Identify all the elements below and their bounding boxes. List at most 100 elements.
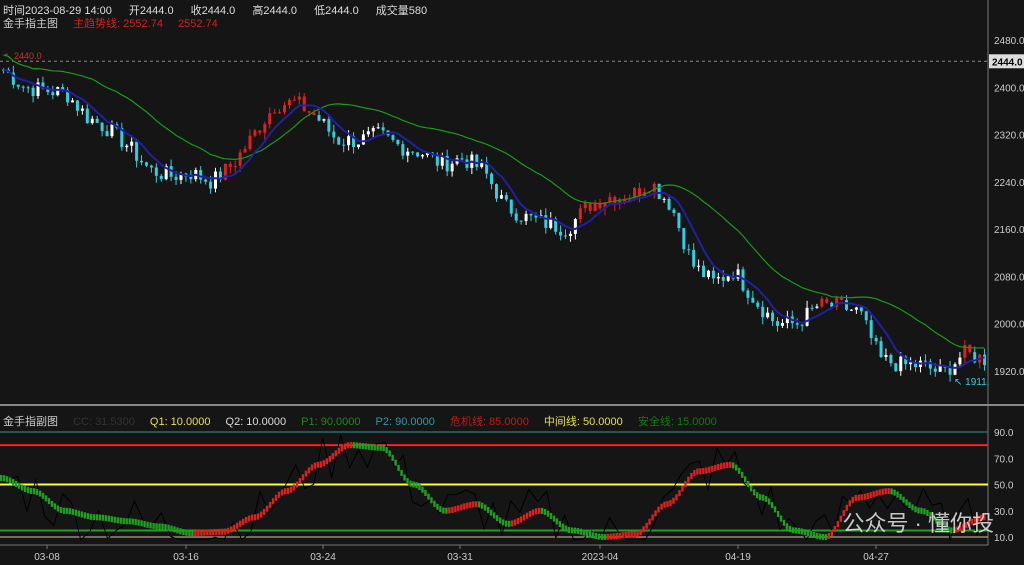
osc-segment	[26, 487, 30, 494]
osc-segment	[510, 520, 514, 527]
candle	[381, 127, 385, 131]
candle	[100, 122, 104, 132]
candle	[199, 170, 203, 180]
candle	[702, 265, 706, 278]
osc-segment	[472, 501, 475, 508]
candle	[307, 111, 311, 113]
osc-segment	[41, 492, 45, 499]
osc-segment	[146, 521, 149, 528]
candle	[327, 119, 331, 132]
candle	[573, 219, 577, 234]
candle	[297, 96, 301, 100]
candle	[815, 306, 819, 308]
osc-segment	[528, 510, 532, 517]
price-tick: 2160.0	[994, 225, 1024, 236]
candle	[416, 152, 420, 157]
candle	[253, 130, 257, 136]
osc-segment	[310, 464, 314, 471]
osc-segment	[830, 530, 834, 537]
osc-segment	[498, 517, 502, 524]
watermark: 公众号 · 懂你投	[842, 511, 994, 536]
osc-segment	[322, 460, 326, 467]
candle	[677, 213, 681, 229]
osc-segment	[552, 515, 556, 522]
candle	[347, 136, 351, 146]
osc-segment	[328, 455, 332, 462]
osc-segment	[612, 533, 615, 540]
candle	[874, 337, 878, 342]
price-tick: 2080.0	[994, 272, 1024, 283]
candle	[776, 321, 780, 326]
osc-segment	[412, 481, 415, 488]
osc-segment	[782, 519, 786, 526]
osc-segment	[833, 526, 837, 533]
candle	[938, 366, 942, 372]
candle	[692, 249, 696, 267]
candle	[820, 298, 824, 307]
price-tick: 1920.0	[994, 367, 1024, 378]
osc-tick: 90.0	[994, 428, 1014, 439]
osc-segment	[170, 525, 173, 532]
osc-segment	[134, 519, 137, 526]
osc-segment	[379, 444, 382, 451]
candle	[174, 176, 178, 180]
candle	[421, 155, 425, 157]
osc-segment	[206, 529, 209, 536]
osc-segment	[869, 492, 872, 499]
osc-segment	[809, 531, 813, 538]
osc-segment	[427, 493, 430, 500]
osc-segment	[603, 533, 606, 540]
osc-segment	[173, 526, 176, 533]
candle	[800, 324, 804, 326]
candle	[840, 297, 844, 301]
osc-segment	[349, 442, 352, 449]
osc-segment	[352, 442, 355, 449]
candle	[401, 144, 405, 156]
osc-segment	[669, 500, 672, 507]
osc-segment	[875, 490, 878, 497]
price-chart[interactable]: 2480.0 2400.0 2320.0 2240.0 2160.0 2080.0 2000…	[0, 0, 1024, 565]
osc-segment	[20, 484, 24, 491]
osc-segment	[433, 500, 436, 507]
osc-segment	[83, 512, 87, 519]
osc-segment	[179, 528, 182, 535]
osc-segment	[430, 497, 433, 504]
osc-segment	[887, 488, 890, 495]
osc-segment	[531, 509, 535, 516]
candle	[371, 127, 375, 132]
osc-segment	[415, 482, 418, 489]
candle	[923, 360, 927, 362]
candle	[751, 297, 755, 303]
osc-segment	[902, 496, 905, 503]
osc-segment	[2, 475, 6, 482]
osc-segment	[182, 529, 185, 536]
osc-segment	[5, 476, 9, 483]
osc-segment	[516, 518, 520, 525]
osc-segment	[298, 477, 302, 484]
osc-segment	[301, 474, 305, 481]
candle	[204, 179, 208, 182]
osc-segment	[442, 507, 445, 514]
candle	[514, 213, 518, 221]
osc-segment	[358, 442, 361, 449]
osc-segment	[23, 486, 27, 493]
osc-segment	[382, 445, 385, 452]
osc-segment	[316, 461, 320, 468]
osc-segment	[71, 508, 75, 515]
osc-segment	[818, 533, 822, 540]
osc-segment	[540, 507, 544, 514]
candle	[287, 99, 291, 106]
osc-segment	[478, 501, 481, 508]
osc-segment	[836, 521, 840, 528]
candle	[268, 113, 272, 125]
osc-segment	[262, 508, 266, 515]
candle	[159, 175, 163, 180]
time-tick: 03-31	[447, 552, 473, 563]
osc-segment	[761, 494, 765, 501]
osc-segment	[361, 443, 364, 450]
osc-segment	[726, 462, 729, 469]
candle	[342, 144, 346, 146]
osc-segment	[128, 518, 131, 525]
candle	[213, 171, 217, 189]
osc-segment	[158, 523, 161, 530]
